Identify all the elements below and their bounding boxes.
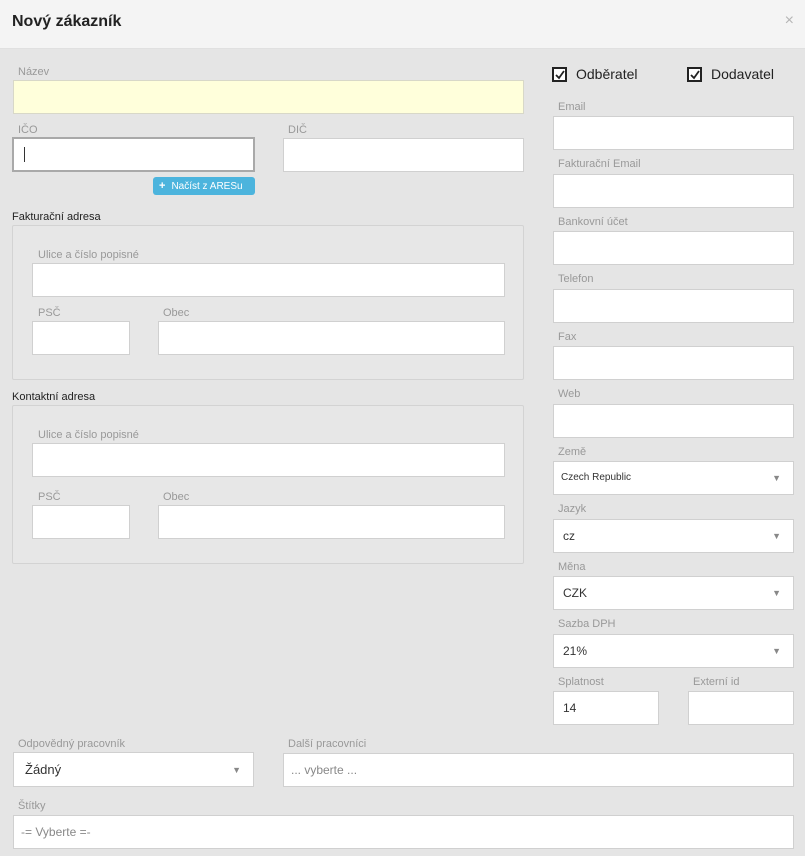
odpovedny-select[interactable]: Žádný ▼ [13,752,254,787]
dalsi-label: Další pracovníci [288,738,367,750]
odpovedny-value: Žádný [25,762,62,777]
billing-obec-label: Obec [163,307,190,319]
chevron-down-icon: ▼ [232,765,241,775]
dic-label: DIČ [288,124,307,136]
dph-label: Sazba DPH [558,618,616,630]
ico-label: IČO [18,124,38,136]
nazev-label: Název [18,66,50,78]
billing-psc-label: PSČ [38,307,61,319]
dph-select[interactable]: 21% ▼ [553,634,794,668]
odpovedny-label: Odpovědný pracovník [18,738,126,750]
web-label: Web [558,388,581,400]
billing-psc-input[interactable] [32,321,130,355]
dalsi-input[interactable]: ... vyberte ... [283,753,794,787]
text-cursor [24,147,25,162]
billing-obec-input[interactable] [158,321,505,355]
billing-address-panel: Ulice a číslo popisné PSČ Obec [12,225,524,380]
load-ares-button[interactable]: + Načíst z ARESu [153,177,255,195]
telefon-input[interactable] [553,289,794,323]
bank-account-label: Bankovní účet [558,216,628,228]
billing-street-label: Ulice a číslo popisné [38,249,139,261]
nazev-input[interactable] [13,80,524,114]
contact-obec-input[interactable] [158,505,505,539]
fax-input[interactable] [553,346,794,380]
splatnost-label: Splatnost [558,676,604,688]
mena-select[interactable]: CZK ▼ [553,576,794,610]
load-ares-label: Načíst z ARESu [171,181,243,192]
chevron-down-icon: ▼ [772,473,781,483]
jazyk-label: Jazyk [558,503,587,515]
odberatel-checkbox[interactable] [552,67,567,82]
chevron-down-icon: ▼ [772,588,781,598]
contact-street-label: Ulice a číslo popisné [38,429,139,441]
email-input[interactable] [553,116,794,150]
stitky-placeholder: -= Vyberte =- [21,825,91,839]
chevron-down-icon: ▼ [772,531,781,541]
chevron-down-icon: ▼ [772,646,781,656]
dph-value: 21% [563,644,588,658]
contact-street-input[interactable] [32,443,505,477]
fakt-email-label: Fakturační Email [558,158,641,170]
contact-address-title: Kontaktní adresa [12,391,96,403]
dialog-title: Nový zákazník [12,13,122,30]
externi-id-label: Externí id [693,676,740,688]
zeme-label: Země [558,446,587,458]
billing-street-input[interactable] [32,263,505,297]
plus-icon: + [159,180,166,192]
check-icon [690,70,700,80]
fax-label: Fax [558,331,577,343]
dialog-header: Nový zákazník × [0,0,805,49]
contact-psc-label: PSČ [38,491,61,503]
check-icon [555,70,565,80]
mena-value: CZK [563,586,587,600]
stitky-label: Štítky [18,800,46,812]
contact-address-panel: Ulice a číslo popisné PSČ Obec [12,405,524,564]
dic-input[interactable] [283,138,524,172]
bank-account-input[interactable] [553,231,794,265]
jazyk-value: cz [563,529,575,543]
splatnost-input[interactable]: 14 [553,691,659,725]
zeme-value: Czech Republic [561,472,632,483]
stitky-input[interactable]: -= Vyberte =- [13,815,794,849]
contact-psc-input[interactable] [32,505,130,539]
telefon-label: Telefon [558,273,594,285]
externi-id-input[interactable] [688,691,794,725]
jazyk-select[interactable]: cz ▼ [553,519,794,553]
dalsi-placeholder: ... vyberte ... [291,763,358,777]
dodavatel-checkbox[interactable] [687,67,702,82]
email-label: Email [558,101,586,113]
splatnost-value: 14 [563,701,577,715]
web-input[interactable] [553,404,794,438]
dodavatel-label[interactable]: Dodavatel [711,66,774,82]
close-icon[interactable]: × [785,12,794,30]
odberatel-label[interactable]: Odběratel [576,66,637,82]
fakt-email-input[interactable] [553,174,794,208]
ico-input[interactable] [12,137,255,172]
billing-address-title: Fakturační adresa [12,211,101,223]
mena-label: Měna [558,561,586,573]
zeme-select[interactable]: Czech Republic ▼ [553,461,794,495]
contact-obec-label: Obec [163,491,190,503]
